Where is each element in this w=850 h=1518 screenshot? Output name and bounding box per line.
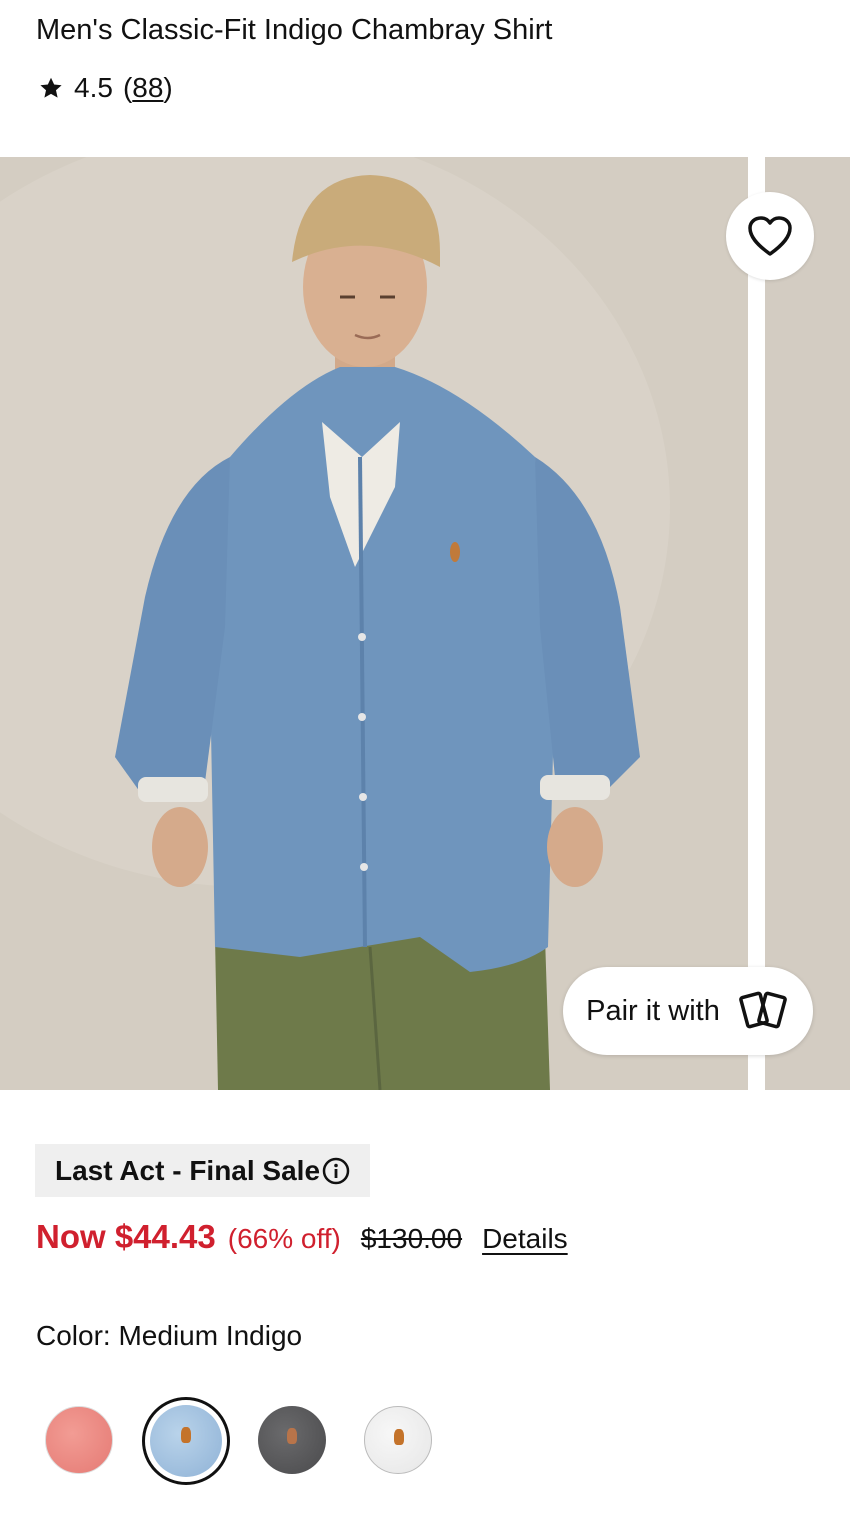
price-details-link[interactable]: Details	[482, 1223, 568, 1255]
info-icon[interactable]	[322, 1157, 350, 1185]
logo-icon	[181, 1427, 191, 1443]
pair-it-with-label: Pair it with	[586, 994, 720, 1027]
product-gallery[interactable]: Pair it with	[0, 157, 850, 1090]
product-title: Men's Classic-Fit Indigo Chambray Shirt	[36, 14, 553, 46]
swatch-charcoal[interactable]	[258, 1406, 326, 1474]
pair-it-with-button[interactable]: Pair it with	[563, 967, 813, 1055]
wishlist-button[interactable]	[726, 192, 814, 280]
rating-row[interactable]: 4.5 (88)	[38, 72, 173, 104]
color-label: Color: Medium Indigo	[36, 1320, 303, 1351]
next-photo-peek[interactable]	[765, 157, 850, 1090]
swatch-medium-indigo[interactable]	[150, 1405, 222, 1477]
swatch-white[interactable]	[364, 1406, 432, 1474]
sale-price: Now $44.43	[36, 1218, 216, 1255]
logo-icon	[287, 1428, 297, 1444]
review-count[interactable]: (88)	[123, 72, 173, 104]
cards-icon	[739, 991, 787, 1029]
review-count-link[interactable]: 88	[132, 72, 163, 103]
logo-icon	[394, 1429, 404, 1445]
heart-icon	[748, 216, 792, 256]
rating-value: 4.5	[74, 72, 113, 103]
star-icon	[40, 77, 62, 98]
price-row: Now $44.43 (66% off) $130.00 Details	[36, 1218, 568, 1256]
model-illustration	[0, 157, 748, 1090]
final-sale-badge[interactable]: Last Act - Final Sale	[35, 1144, 371, 1197]
gallery-divider	[748, 157, 765, 1090]
discount-percent: (66% off)	[227, 1223, 341, 1254]
product-photo[interactable]	[0, 157, 748, 1090]
final-sale-label: Last Act - Final Sale	[55, 1154, 321, 1186]
original-price: $130.00	[360, 1223, 463, 1254]
swatch-coral[interactable]	[45, 1406, 113, 1474]
